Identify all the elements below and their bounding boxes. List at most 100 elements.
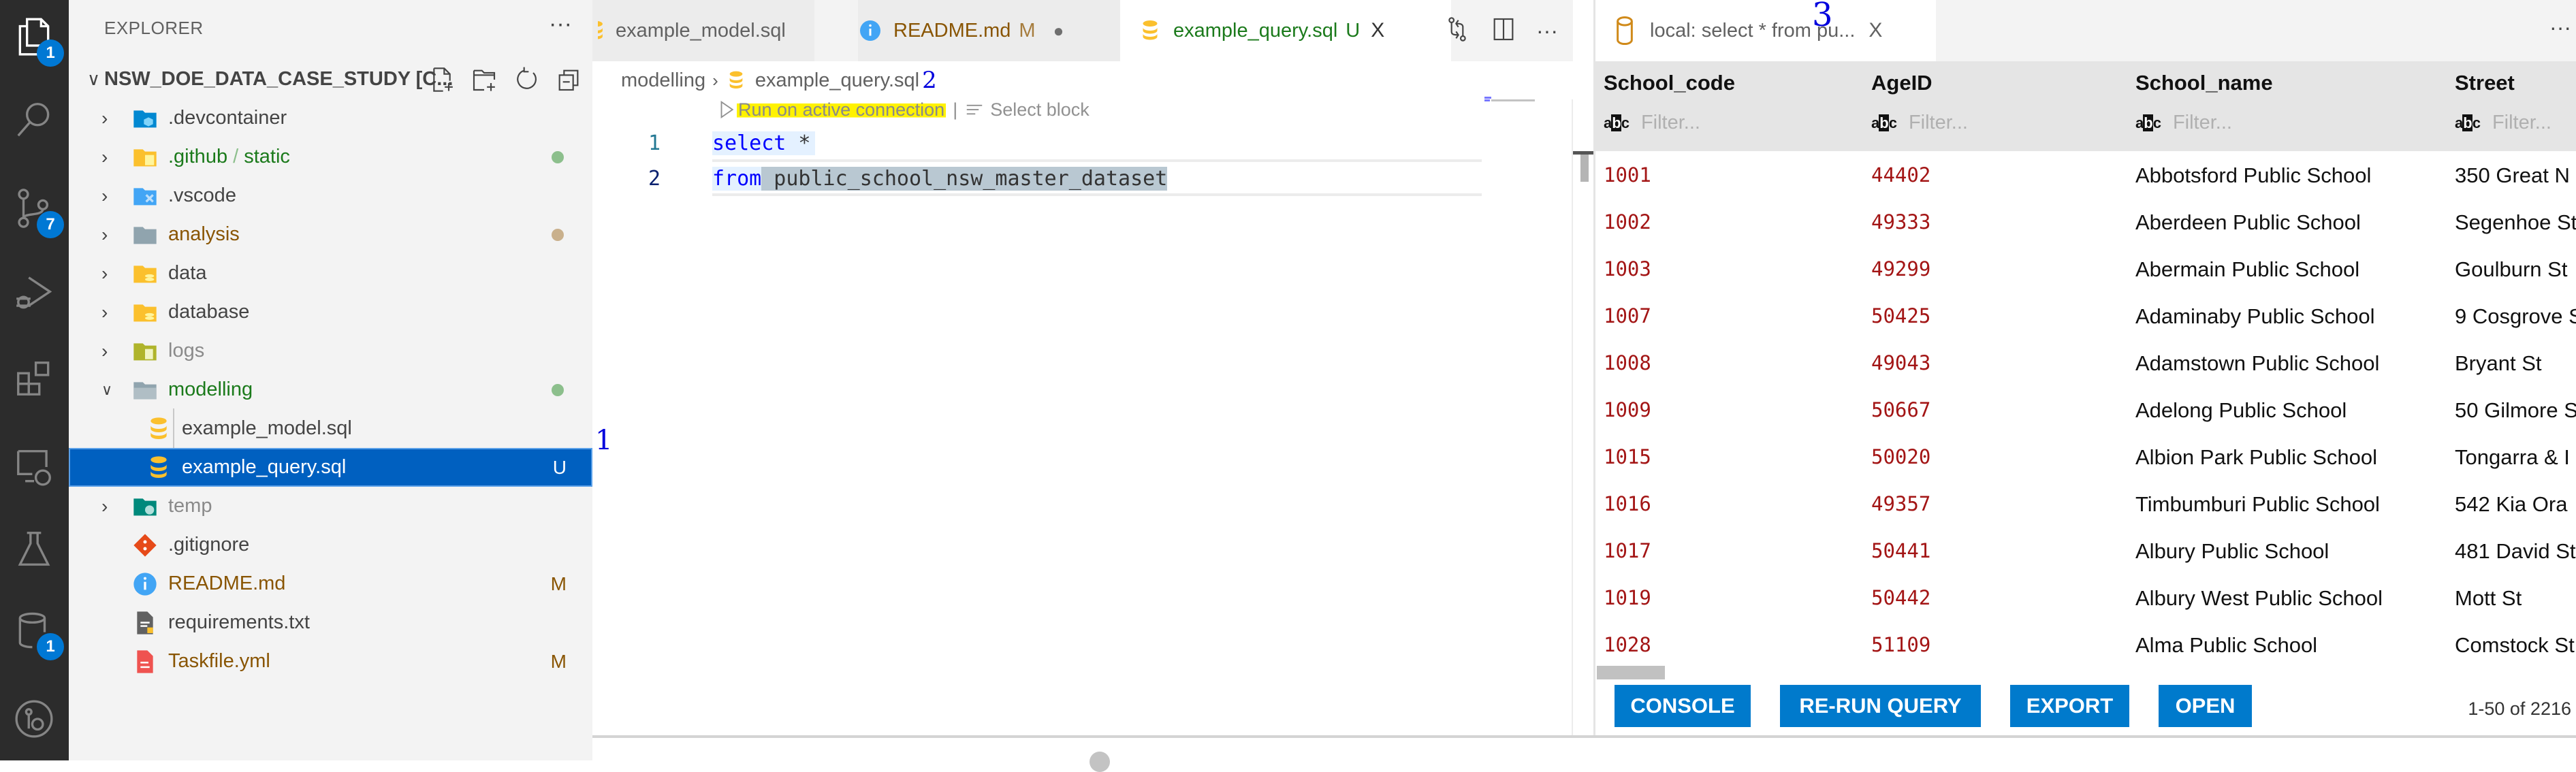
run-on-active-connection-link[interactable]: Run on active connection xyxy=(737,99,947,120)
cell-school-name[interactable]: Adaminaby Public School xyxy=(2135,304,2375,329)
compare-changes-icon[interactable] xyxy=(1444,16,1471,46)
cell-street[interactable]: Goulburn St xyxy=(2455,257,2567,282)
filter-school-code[interactable]: abc Filter... xyxy=(1604,112,1700,134)
filter-street[interactable]: abc Filter... xyxy=(2455,112,2551,134)
table-row[interactable]: 1009 50667 Adelong Public School 50 Gilmore… xyxy=(1595,386,2576,433)
cell-ageid[interactable]: 50442 xyxy=(1871,586,1930,609)
cell-school-code[interactable]: 1007 xyxy=(1604,304,1651,327)
tab-example-model[interactable]: example_model.sql xyxy=(592,0,815,61)
panel-resize-handle[interactable] xyxy=(1090,752,1110,772)
cell-ageid[interactable]: 49333 xyxy=(1871,210,1930,234)
tree-item-vscode[interactable]: › .vscode xyxy=(69,176,592,215)
cell-street[interactable]: 50 Gilmore S xyxy=(2455,398,2576,423)
close-tab-icon[interactable]: X xyxy=(1869,19,1882,42)
cell-ageid[interactable]: 49299 xyxy=(1871,257,1930,280)
tree-item-gitignore[interactable]: .gitignore xyxy=(69,526,592,564)
close-tab-icon[interactable]: X xyxy=(1371,19,1384,42)
column-header-street[interactable]: Street xyxy=(2455,71,2515,95)
cell-ageid[interactable]: 50441 xyxy=(1871,539,1930,562)
export-button[interactable]: EXPORT xyxy=(2010,685,2129,727)
cell-school-code[interactable]: 1002 xyxy=(1604,210,1651,234)
tree-item-devcontainer[interactable]: › .devcontainer xyxy=(69,99,592,138)
cell-school-name[interactable]: Albury Public School xyxy=(2135,539,2329,564)
cell-school-code[interactable]: 1028 xyxy=(1604,633,1651,656)
horizontal-scrollbar[interactable] xyxy=(1597,666,1665,679)
breadcrumb-file[interactable]: example_query.sql xyxy=(755,69,919,92)
tree-item-analysis[interactable]: › analysis xyxy=(69,215,592,254)
cell-school-code[interactable]: 1003 xyxy=(1604,257,1651,280)
cell-street[interactable]: Comstock St xyxy=(2455,633,2575,658)
cell-school-name[interactable]: Aberdeen Public School xyxy=(2135,210,2361,235)
tree-item-taskfile[interactable]: Taskfile.yml M xyxy=(69,642,592,681)
code-line-2[interactable]: 2 from public_school_nsw_master_dataset xyxy=(592,161,1478,195)
table-row[interactable]: 1003 49299 Abermain Public School Goulburn … xyxy=(1595,245,2576,292)
cell-ageid[interactable]: 44402 xyxy=(1871,163,1930,187)
gitlens-icon[interactable] xyxy=(10,694,59,743)
rerun-query-button[interactable]: RE-RUN QUERY xyxy=(1780,685,1981,727)
cell-school-code[interactable]: 1008 xyxy=(1604,351,1651,374)
editor-more-button[interactable]: ··· xyxy=(1536,18,1558,44)
cell-school-code[interactable]: 1016 xyxy=(1604,492,1651,515)
table-row[interactable]: 1019 50442 Albury West Public School Mott S… xyxy=(1595,574,2576,621)
cell-street[interactable]: Segenhoe St xyxy=(2455,210,2576,235)
select-block-link[interactable]: Select block xyxy=(990,99,1090,120)
cell-ageid[interactable]: 50667 xyxy=(1871,398,1930,421)
cell-school-name[interactable]: Albury West Public School xyxy=(2135,586,2383,611)
cell-street[interactable]: 542 Kia Ora xyxy=(2455,492,2567,517)
table-row[interactable]: 1028 51109 Alma Public School Comstock St xyxy=(1595,621,2576,668)
cell-ageid[interactable]: 49357 xyxy=(1871,492,1930,515)
tree-item-database[interactable]: › database xyxy=(69,293,592,332)
table-row[interactable]: 1008 49043 Adamstown Public School Bryant S… xyxy=(1595,339,2576,386)
cell-street[interactable]: 481 David St xyxy=(2455,539,2576,564)
tree-item-modelling[interactable]: ∨ modelling xyxy=(69,370,592,409)
tree-item-temp[interactable]: › temp xyxy=(69,487,592,526)
new-file-icon[interactable] xyxy=(428,65,456,94)
tree-item-readme[interactable]: README.md M xyxy=(69,564,592,603)
cell-street[interactable]: 350 Great N xyxy=(2455,163,2570,188)
cell-school-name[interactable]: Adelong Public School xyxy=(2135,398,2347,423)
cell-school-code[interactable]: 1017 xyxy=(1604,539,1651,562)
database-icon[interactable]: 1 xyxy=(10,606,64,660)
unsaved-dot-icon[interactable]: ● xyxy=(1053,20,1064,42)
cell-ageid[interactable]: 51109 xyxy=(1871,633,1930,656)
cell-ageid[interactable]: 50020 xyxy=(1871,445,1930,468)
tree-item-example-query[interactable]: example_query.sql U xyxy=(69,448,592,487)
table-row[interactable]: 1001 44402 Abbotsford Public School 350 Gre… xyxy=(1595,151,2576,198)
tree-item-logs[interactable]: › logs xyxy=(69,332,592,370)
cell-street[interactable]: 9 Cosgrove S xyxy=(2455,304,2576,329)
testing-icon[interactable] xyxy=(10,524,59,573)
cell-street[interactable]: Tongarra & I xyxy=(2455,445,2570,470)
panel-sash[interactable] xyxy=(592,735,2576,738)
tree-item-data[interactable]: › data xyxy=(69,254,592,293)
cell-ageid[interactable]: 49043 xyxy=(1871,351,1930,374)
extensions-icon[interactable] xyxy=(10,354,59,403)
search-icon[interactable] xyxy=(10,95,59,144)
filter-school-name[interactable]: abc Filter... xyxy=(2135,112,2232,134)
table-row[interactable]: 1015 50020 Albion Park Public School Tongar… xyxy=(1595,433,2576,480)
minimap[interactable] xyxy=(1484,97,1539,103)
cell-school-name[interactable]: Adamstown Public School xyxy=(2135,351,2379,376)
results-more-button[interactable]: ··· xyxy=(2549,15,2571,40)
cell-school-code[interactable]: 1019 xyxy=(1604,586,1651,609)
tab-query-results[interactable]: local: select * from pu... X xyxy=(1595,0,1936,61)
cell-school-name[interactable]: Timbumburi Public School xyxy=(2135,492,2380,517)
cell-ageid[interactable]: 50425 xyxy=(1871,304,1930,327)
cell-street[interactable]: Bryant St xyxy=(2455,351,2542,376)
explorer-icon[interactable]: 1 xyxy=(10,12,64,67)
table-row[interactable]: 1002 49333 Aberdeen Public School Segenhoe … xyxy=(1595,198,2576,245)
tree-item-github[interactable]: › .github / static xyxy=(69,138,592,176)
cell-school-code[interactable]: 1009 xyxy=(1604,398,1651,421)
cell-school-name[interactable]: Albion Park Public School xyxy=(2135,445,2377,470)
tree-item-requirements[interactable]: requirements.txt xyxy=(69,603,592,642)
filter-ageid[interactable]: abc Filter... xyxy=(1871,112,1968,134)
cell-school-name[interactable]: Alma Public School xyxy=(2135,633,2317,658)
column-header-ageid[interactable]: AgeID xyxy=(1871,71,1933,95)
tab-example-query[interactable]: example_query.sql U X xyxy=(1120,0,1452,61)
run-debug-icon[interactable] xyxy=(10,269,59,318)
split-editor-icon[interactable] xyxy=(1490,16,1517,46)
new-folder-icon[interactable] xyxy=(470,65,498,94)
remote-explorer-icon[interactable] xyxy=(10,443,59,492)
workspace-root[interactable]: ∨ NSW_DOE_DATA_CASE_STUDY [C... xyxy=(69,60,592,99)
column-header-school-name[interactable]: School_name xyxy=(2135,71,2273,95)
source-control-icon[interactable]: 7 xyxy=(10,184,64,238)
